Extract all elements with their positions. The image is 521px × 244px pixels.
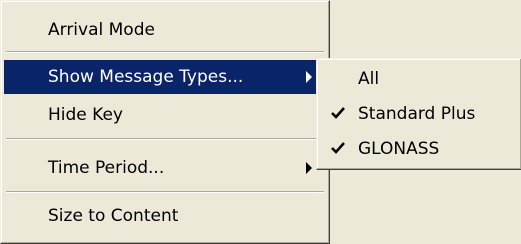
menu-separator [6, 191, 324, 193]
checkmark-icon [331, 142, 345, 154]
menu-item-label: Show Message Types... [48, 67, 244, 87]
menu-item-arrival-mode[interactable]: Arrival Mode [4, 13, 326, 47]
checkmark-icon [331, 107, 345, 119]
menu-item-hide-key[interactable]: Hide Key [4, 98, 326, 132]
menu-separator [6, 138, 324, 140]
menu-item-label: Time Period... [48, 158, 165, 178]
chevron-right-icon [306, 162, 312, 174]
submenu-item-label: Standard Plus [358, 104, 476, 124]
menu-item-size-to-content[interactable]: Size to Content [4, 199, 326, 233]
menu-item-time-period[interactable]: Time Period... [4, 151, 326, 185]
menu-item-label: Hide Key [48, 105, 123, 125]
submenu-item-glonass[interactable]: GLONASS [320, 132, 518, 166]
submenu-item-standard-plus[interactable]: Standard Plus [320, 97, 518, 131]
submenu-item-label: GLONASS [358, 139, 440, 159]
menu-separator [6, 51, 324, 53]
chevron-right-icon [306, 71, 312, 83]
menu-item-label: Arrival Mode [48, 20, 155, 40]
submenu-item-all[interactable]: All [320, 62, 518, 96]
context-menu: Arrival Mode Show Message Types... Hide … [0, 0, 330, 244]
menu-item-show-message-types[interactable]: Show Message Types... [4, 60, 326, 94]
menu-item-label: Size to Content [48, 206, 179, 226]
submenu-message-types: All Standard Plus GLONASS [316, 58, 521, 170]
submenu-item-label: All [358, 69, 380, 89]
